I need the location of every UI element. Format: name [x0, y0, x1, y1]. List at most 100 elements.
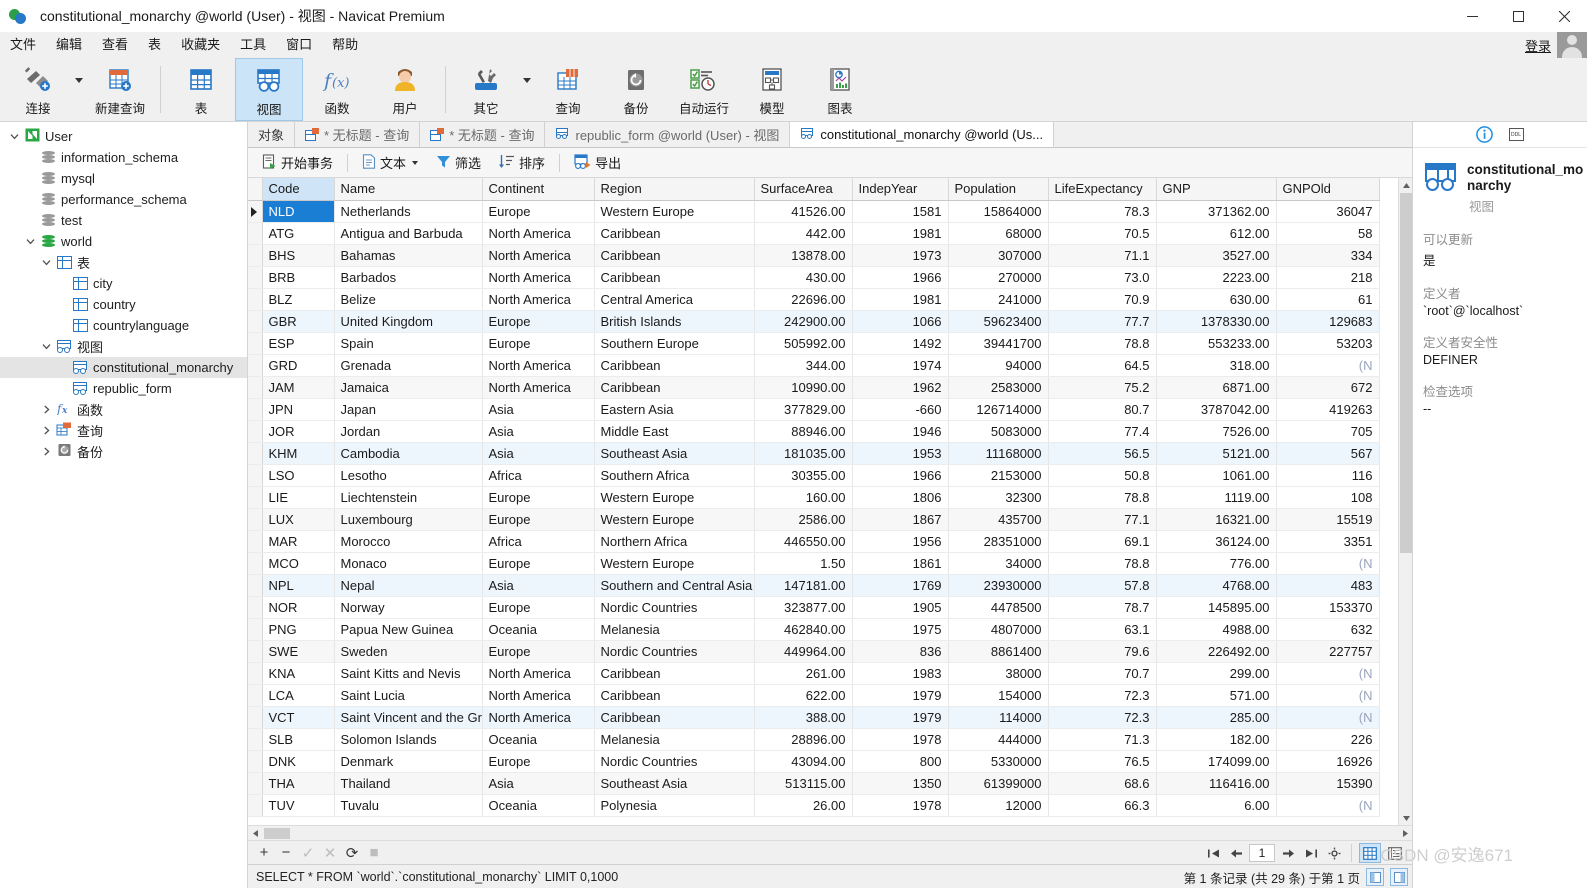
cell-code[interactable]: THA [262, 772, 335, 795]
tree-node-republic_form[interactable]: republic_form [0, 378, 247, 399]
status-panel-toggle-1[interactable] [1366, 868, 1384, 886]
cell-surfacearea[interactable]: 377829.00 [754, 398, 853, 421]
cell-gnpold[interactable]: 419263 [1276, 398, 1380, 421]
cell-lifeexpectancy[interactable]: 70.5 [1048, 222, 1157, 245]
cell-lifeexpectancy[interactable]: 76.5 [1048, 750, 1157, 773]
cell-region[interactable]: Southern Europe [594, 332, 755, 355]
refresh-record-button[interactable]: ⟳ [342, 843, 362, 863]
row-indicator[interactable] [248, 266, 263, 289]
row-indicator[interactable] [248, 310, 263, 333]
cell-gnp[interactable]: 553233.00 [1156, 332, 1277, 355]
cell-indepyear[interactable]: 1981 [852, 288, 949, 311]
cell-gnp[interactable]: 630.00 [1156, 288, 1277, 311]
cell-population[interactable]: 2583000 [948, 376, 1049, 399]
cell-surfacearea[interactable]: 505992.00 [754, 332, 853, 355]
cell-indepyear[interactable]: 1806 [852, 486, 949, 509]
cell-gnp[interactable]: 116416.00 [1156, 772, 1277, 795]
cell-region[interactable]: Central America [594, 288, 755, 311]
cell-gnp[interactable]: 4988.00 [1156, 618, 1277, 641]
cell-continent[interactable]: North America [482, 266, 595, 289]
cell-indepyear[interactable]: 1973 [852, 244, 949, 267]
ribbon-function[interactable]: f (x) 函数 [303, 58, 371, 121]
column-header-continent[interactable]: Continent [482, 178, 595, 201]
row-indicator[interactable] [248, 288, 263, 311]
cell-gnpold[interactable]: 16926 [1276, 750, 1380, 773]
form-view-toggle[interactable] [1384, 843, 1406, 863]
cell-code[interactable]: GBR [262, 310, 335, 333]
menu-edit[interactable]: 编辑 [46, 32, 92, 58]
cell-code[interactable]: JAM [262, 376, 335, 399]
ribbon-query[interactable]: 查询 [534, 58, 602, 121]
table-row[interactable]: SWE Sweden Europe Nordic Countries 449964.00… [248, 640, 1380, 663]
cell-continent[interactable]: North America [482, 706, 595, 729]
cell-gnp[interactable]: 1378330.00 [1156, 310, 1277, 333]
cell-surfacearea[interactable]: 2586.00 [754, 508, 853, 531]
cell-lifeexpectancy[interactable]: 71.1 [1048, 244, 1157, 267]
cell-indepyear[interactable]: 800 [852, 750, 949, 773]
cell-surfacearea[interactable]: 462840.00 [754, 618, 853, 641]
cell-continent[interactable]: Africa [482, 464, 595, 487]
cell-code[interactable]: JOR [262, 420, 335, 443]
cell-gnp[interactable]: 1119.00 [1156, 486, 1277, 509]
cell-population[interactable]: 28351000 [948, 530, 1049, 553]
cell-continent[interactable]: Africa [482, 530, 595, 553]
cell-name[interactable]: Nepal [334, 574, 483, 597]
cell-gnpold[interactable]: (N [1276, 684, 1380, 707]
row-indicator[interactable] [248, 596, 263, 619]
object-tree-sidebar[interactable]: User information_schema mysql performance_s… [0, 122, 248, 888]
cell-lifeexpectancy[interactable]: 70.7 [1048, 662, 1157, 685]
table-row[interactable]: ATG Antigua and Barbuda North America Carib… [248, 222, 1380, 245]
confirm-record-button[interactable]: ✓ [298, 843, 318, 863]
cell-indepyear[interactable]: 1956 [852, 530, 949, 553]
cell-gnp[interactable]: 1061.00 [1156, 464, 1277, 487]
data-grid[interactable]: Code Name Continent Region SurfaceArea IndepY… [248, 178, 1380, 817]
cell-surfacearea[interactable]: 242900.00 [754, 310, 853, 333]
cell-lifeexpectancy[interactable]: 78.8 [1048, 332, 1157, 355]
cell-surfacearea[interactable]: 22696.00 [754, 288, 853, 311]
cell-name[interactable]: Luxembourg [334, 508, 483, 531]
cell-continent[interactable]: North America [482, 288, 595, 311]
cell-continent[interactable]: North America [482, 662, 595, 685]
table-row[interactable]: BRB Barbados North America Caribbean 430.00 1… [248, 266, 1380, 289]
row-indicator[interactable] [248, 464, 263, 487]
cell-indepyear[interactable]: 1974 [852, 354, 949, 377]
filter-button[interactable]: 筛选 [428, 151, 489, 175]
ribbon-table[interactable]: 表 [167, 58, 235, 121]
cell-code[interactable]: ESP [262, 332, 335, 355]
cell-population[interactable]: 59623400 [948, 310, 1049, 333]
cell-code[interactable]: KHM [262, 442, 335, 465]
menu-tools[interactable]: 工具 [230, 32, 276, 58]
minimize-button[interactable] [1449, 0, 1495, 32]
column-header-lifeexpectancy[interactable]: LifeExpectancy [1048, 178, 1157, 201]
cell-region[interactable]: British Islands [594, 310, 755, 333]
cell-name[interactable]: Japan [334, 398, 483, 421]
ribbon-model[interactable]: 模型 [738, 58, 806, 121]
table-row[interactable]: LUX Luxembourg Europe Western Europe 2586.00… [248, 508, 1380, 531]
cell-region[interactable]: Middle East [594, 420, 755, 443]
cell-population[interactable]: 39441700 [948, 332, 1049, 355]
cell-region[interactable]: Southeast Asia [594, 772, 755, 795]
cell-gnpold[interactable]: (N [1276, 354, 1380, 377]
cell-gnpold[interactable]: 15390 [1276, 772, 1380, 795]
tree-node-test[interactable]: test [0, 210, 247, 231]
cell-gnp[interactable]: 299.00 [1156, 662, 1277, 685]
cell-gnpold[interactable]: 705 [1276, 420, 1380, 443]
cell-lifeexpectancy[interactable]: 77.7 [1048, 310, 1157, 333]
cell-indepyear[interactable]: 1983 [852, 662, 949, 685]
table-row[interactable]: LCA Saint Lucia North America Caribbean 622.… [248, 684, 1380, 707]
cell-gnpold[interactable]: 226 [1276, 728, 1380, 751]
maximize-button[interactable] [1495, 0, 1541, 32]
cell-name[interactable]: Saint Lucia [334, 684, 483, 707]
cell-continent[interactable]: Oceania [482, 794, 595, 817]
cell-surfacearea[interactable]: 344.00 [754, 354, 853, 377]
cell-gnp[interactable]: 571.00 [1156, 684, 1277, 707]
cell-indepyear[interactable]: 1979 [852, 684, 949, 707]
cell-lifeexpectancy[interactable]: 71.3 [1048, 728, 1157, 751]
cell-name[interactable]: Saint Vincent and the Gre [334, 706, 483, 729]
close-button[interactable] [1541, 0, 1587, 32]
table-row[interactable]: KNA Saint Kitts and Nevis North America Car… [248, 662, 1380, 685]
cell-region[interactable]: Nordic Countries [594, 640, 755, 663]
cell-code[interactable]: BHS [262, 244, 335, 267]
cell-code[interactable]: BLZ [262, 288, 335, 311]
info-icon[interactable] [1475, 126, 1493, 144]
